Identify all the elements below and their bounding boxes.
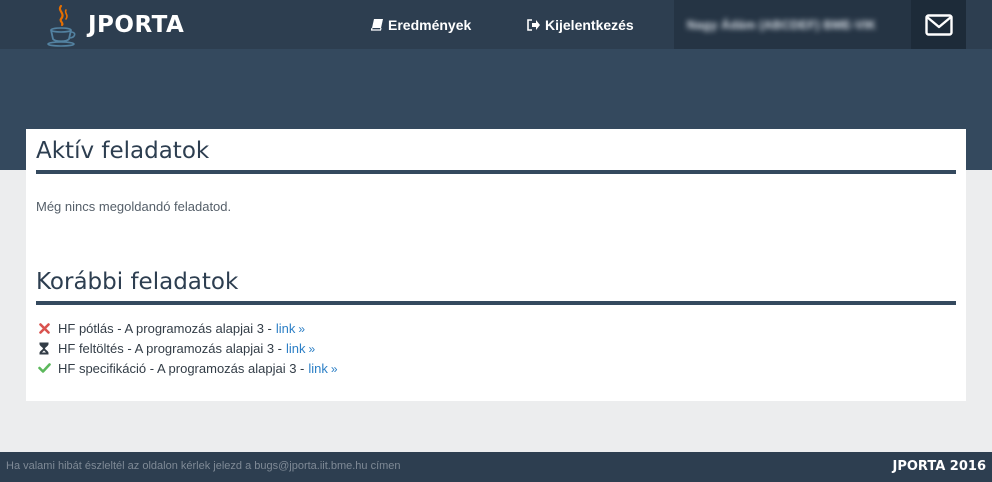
- angle-double-right-icon: »: [330, 361, 338, 376]
- task-link-text: link: [275, 320, 296, 336]
- navbar: JPORTA Eredmények Kijelentkezés Nagy Ádá…: [0, 0, 992, 49]
- nav-results-label: Eredmények: [388, 16, 472, 33]
- envelope-icon: [924, 13, 953, 36]
- task-link[interactable]: link»: [276, 321, 305, 336]
- task-label: HF pótlás - A programozás alapjai 3 -: [58, 320, 272, 336]
- task-label: HF specifikáció - A programozás alapjai …: [58, 360, 305, 376]
- hourglass-icon: [36, 341, 52, 355]
- task-link-text: link: [308, 360, 328, 376]
- angle-double-right-icon: »: [308, 341, 316, 356]
- user-profile[interactable]: Nagy Ádám (ABCDEF) BME-VIK: [674, 0, 911, 49]
- list-item: HF feltöltés - A programozás alapjai 3 -…: [36, 338, 338, 358]
- x-mark-icon: [36, 321, 52, 335]
- nav-logout-label: Kijelentkezés: [545, 16, 634, 33]
- sign-out-icon: [527, 18, 540, 31]
- task-link[interactable]: link»: [308, 361, 337, 376]
- past-tasks-list: HF pótlás - A programozás alapjai 3 - li…: [36, 318, 338, 378]
- java-coffee-cup-icon: [47, 4, 76, 47]
- list-item: HF specifikáció - A programozás alapjai …: [36, 358, 338, 378]
- book-icon: [371, 18, 383, 31]
- active-tasks-title: Aktív feladatok: [36, 138, 210, 164]
- footer: Ha valami hibát észleltél az oldalon kér…: [0, 452, 992, 482]
- past-tasks-title: Korábbi feladatok: [36, 269, 239, 295]
- section-divider: [36, 170, 956, 174]
- check-icon: [36, 361, 52, 375]
- brand-name: JPORTA: [88, 11, 185, 38]
- angle-double-right-icon: »: [298, 321, 306, 336]
- footer-brand: JPORTA 2016: [892, 459, 986, 474]
- nav-logout-link[interactable]: Kijelentkezés: [527, 0, 634, 49]
- list-item: HF pótlás - A programozás alapjai 3 - li…: [36, 318, 338, 338]
- section-divider: [36, 301, 956, 305]
- user-name: Nagy Ádám (ABCDEF) BME-VIK: [687, 17, 877, 32]
- footer-bug-report-note: Ha valami hibát észleltél az oldalon kér…: [6, 460, 401, 472]
- empty-tasks-message: Még nincs megoldandó feladatod.: [36, 199, 232, 214]
- messages-button[interactable]: [911, 0, 966, 49]
- task-link[interactable]: link»: [286, 341, 315, 356]
- task-label: HF feltöltés - A programozás alapjai 3 -: [58, 340, 282, 356]
- task-link-text: link: [286, 340, 306, 356]
- brand-logo[interactable]: JPORTA: [44, 2, 184, 47]
- nav-results-link[interactable]: Eredmények: [371, 0, 471, 49]
- tasks-panel: Aktív feladatok Még nincs megoldandó fel…: [26, 129, 966, 401]
